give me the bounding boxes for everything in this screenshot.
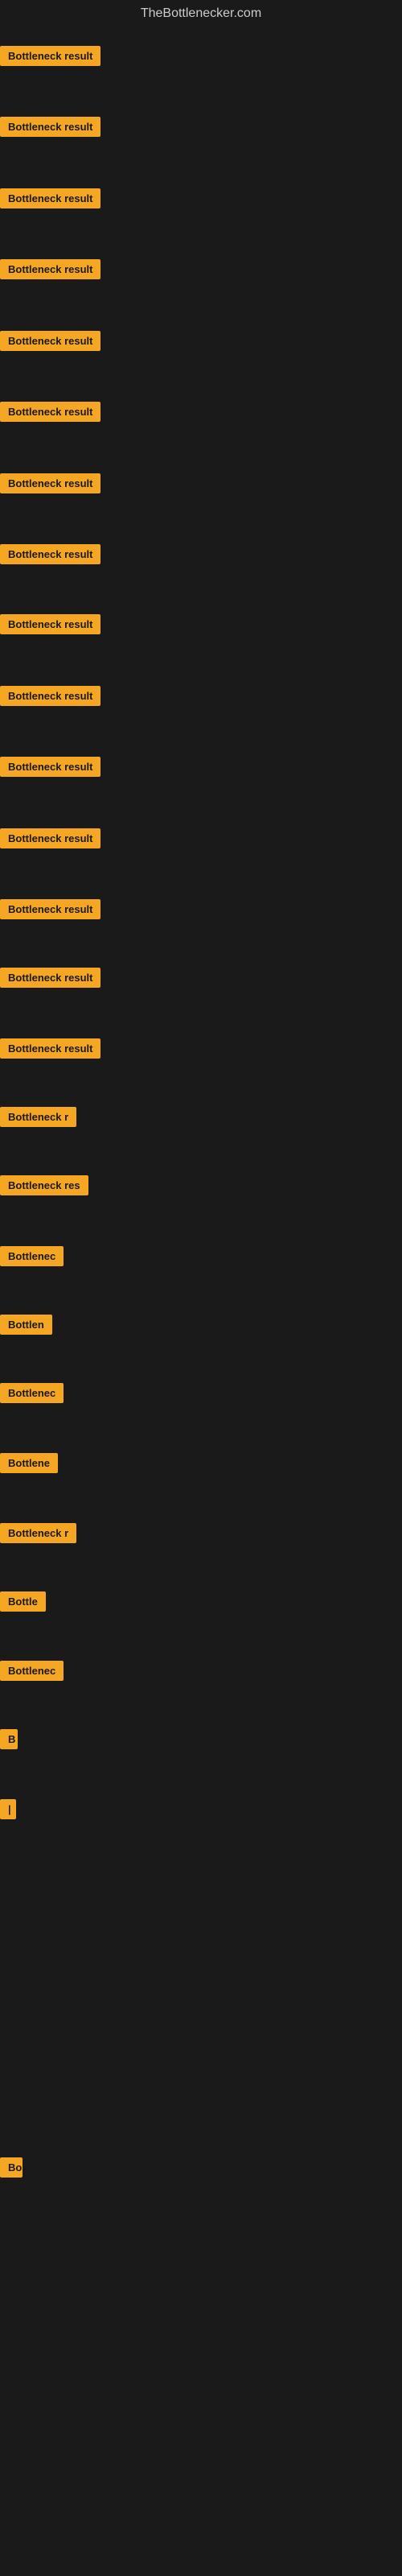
- site-title: TheBottlenecker.com: [0, 0, 402, 27]
- bottleneck-badge[interactable]: Bottleneck r: [0, 1523, 76, 1543]
- bottleneck-item: Bottleneck result: [0, 46, 100, 70]
- bottleneck-item: Bottleneck result: [0, 544, 100, 568]
- bottleneck-item: Bottlenec: [0, 1661, 64, 1685]
- bottleneck-item: Bottleneck res: [0, 1175, 88, 1199]
- bottleneck-item: Bottle: [0, 1591, 46, 1616]
- bottleneck-badge[interactable]: Bottleneck result: [0, 117, 100, 137]
- bottleneck-badge[interactable]: Bo: [0, 2157, 23, 2178]
- bottleneck-item: Bottleneck result: [0, 757, 100, 781]
- bottleneck-item: Bottleneck result: [0, 686, 100, 710]
- bottleneck-badge[interactable]: Bottlenec: [0, 1661, 64, 1681]
- bottleneck-badge[interactable]: Bottleneck result: [0, 473, 100, 493]
- bottleneck-item: Bottleneck result: [0, 473, 100, 497]
- bottleneck-item: Bottleneck r: [0, 1107, 76, 1131]
- bottleneck-badge[interactable]: Bottleneck result: [0, 828, 100, 848]
- bottleneck-badge[interactable]: Bottleneck result: [0, 614, 100, 634]
- site-title-bar: TheBottlenecker.com: [0, 0, 402, 27]
- bottleneck-item: Bottleneck result: [0, 1038, 100, 1063]
- bottleneck-badge[interactable]: Bottleneck res: [0, 1175, 88, 1195]
- bottleneck-badge[interactable]: Bottlenec: [0, 1246, 64, 1266]
- bottleneck-item: |: [0, 1799, 16, 1823]
- bottleneck-badge[interactable]: Bottleneck result: [0, 331, 100, 351]
- bottleneck-item: Bottlenec: [0, 1383, 64, 1407]
- bottleneck-badge[interactable]: Bottleneck result: [0, 968, 100, 988]
- bottleneck-badge[interactable]: Bottlen: [0, 1315, 52, 1335]
- bottleneck-badge[interactable]: Bottleneck result: [0, 46, 100, 66]
- bottleneck-item: Bottlene: [0, 1453, 58, 1477]
- bottleneck-badge[interactable]: Bottlenec: [0, 1383, 64, 1403]
- bottleneck-item: Bottlenec: [0, 1246, 64, 1270]
- bottleneck-item: Bottleneck result: [0, 614, 100, 638]
- bottleneck-item: Bottleneck result: [0, 899, 100, 923]
- bottleneck-item: Bottleneck result: [0, 117, 100, 141]
- bottleneck-badge[interactable]: Bottleneck result: [0, 259, 100, 279]
- bottleneck-badge[interactable]: Bottleneck result: [0, 899, 100, 919]
- bottleneck-item: Bottleneck result: [0, 402, 100, 426]
- bottleneck-badge[interactable]: Bottleneck result: [0, 188, 100, 208]
- bottleneck-badge[interactable]: |: [0, 1799, 16, 1819]
- bottleneck-item: Bottleneck result: [0, 188, 100, 213]
- bottleneck-item: Bottleneck result: [0, 259, 100, 283]
- bottleneck-badge[interactable]: Bottleneck result: [0, 686, 100, 706]
- bottleneck-badge[interactable]: Bottlene: [0, 1453, 58, 1473]
- bottleneck-badge[interactable]: Bottle: [0, 1591, 46, 1612]
- bottleneck-badge[interactable]: B: [0, 1729, 18, 1749]
- bottleneck-item: Bottleneck r: [0, 1523, 76, 1547]
- bottleneck-item: B: [0, 1729, 18, 1753]
- bottleneck-badge[interactable]: Bottleneck r: [0, 1107, 76, 1127]
- bottleneck-badge[interactable]: Bottleneck result: [0, 402, 100, 422]
- bottleneck-item: Bo: [0, 2157, 23, 2182]
- bottleneck-item: Bottleneck result: [0, 828, 100, 852]
- bottleneck-badge[interactable]: Bottleneck result: [0, 544, 100, 564]
- bottleneck-badge[interactable]: Bottleneck result: [0, 1038, 100, 1059]
- bottleneck-item: Bottlen: [0, 1315, 52, 1339]
- bottleneck-item: Bottleneck result: [0, 331, 100, 355]
- bottleneck-item: Bottleneck result: [0, 968, 100, 992]
- bottleneck-badge[interactable]: Bottleneck result: [0, 757, 100, 777]
